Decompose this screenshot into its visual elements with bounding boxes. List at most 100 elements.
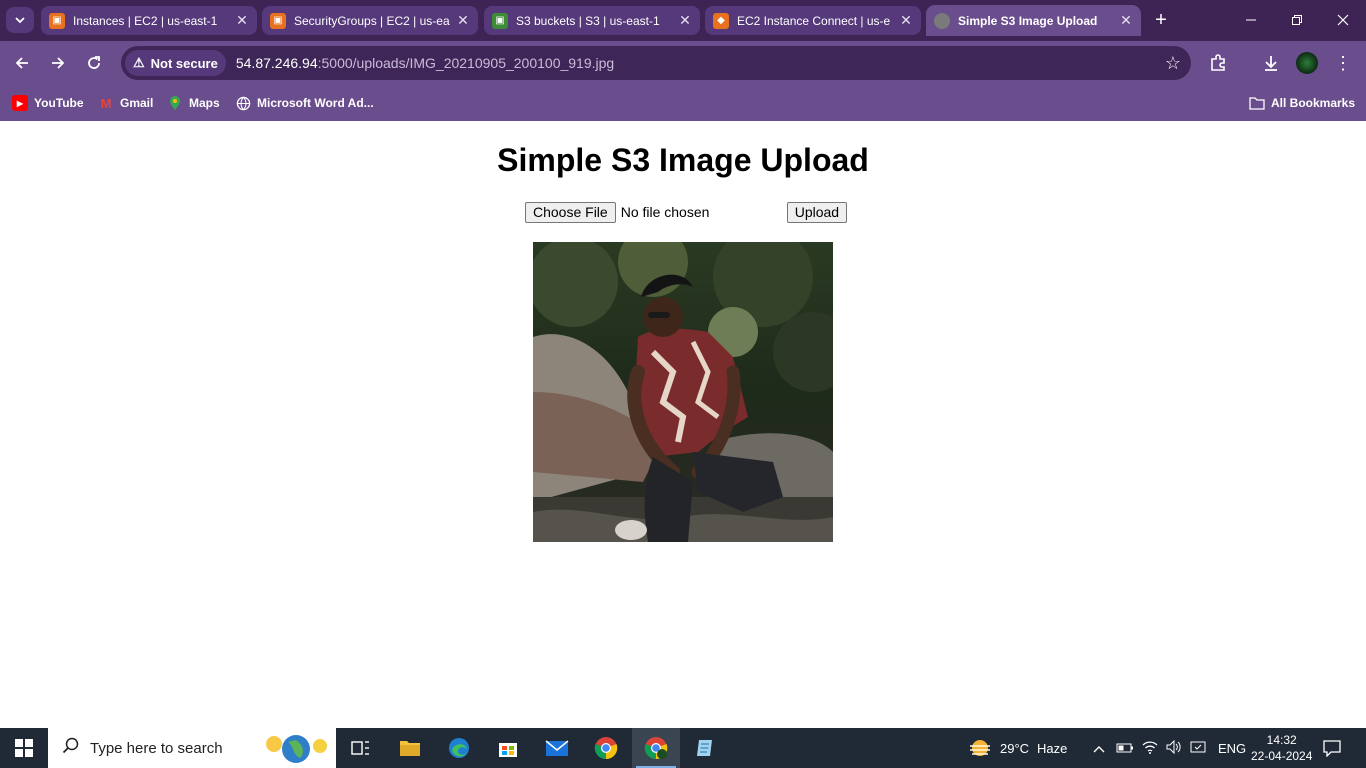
wifi-icon[interactable] xyxy=(1142,740,1158,757)
close-icon[interactable]: ✕ xyxy=(1115,12,1137,29)
taskbar-mail[interactable] xyxy=(533,728,581,768)
chevron-down-icon xyxy=(15,17,25,24)
battery-icon[interactable] xyxy=(1116,741,1134,756)
reload-button[interactable] xyxy=(80,49,108,77)
back-button[interactable] xyxy=(8,49,36,77)
minimize-button[interactable] xyxy=(1228,0,1274,40)
volume-icon[interactable] xyxy=(1166,739,1182,757)
close-icon[interactable]: ✕ xyxy=(895,12,917,29)
weather-desc: Haze xyxy=(1037,740,1068,756)
upload-form: Choose File No file chosen Upload xyxy=(525,201,848,223)
tab-simple-s3-image-upload[interactable]: Simple S3 Image Upload ✕ xyxy=(926,5,1141,36)
tab-instances[interactable]: ▣ Instances | EC2 | us-east-1 ✕ xyxy=(41,6,257,35)
aws-ec2-icon: ▣ xyxy=(49,12,65,29)
taskbar-edge[interactable] xyxy=(435,728,483,768)
taskbar-notepad[interactable] xyxy=(681,728,729,768)
menu-button[interactable]: ⋮ xyxy=(1330,50,1356,76)
network-status-icon[interactable] xyxy=(1190,740,1206,757)
bookmark-maps[interactable]: Maps xyxy=(167,92,220,114)
new-tab-button[interactable]: + xyxy=(1148,7,1174,33)
url-text[interactable]: 54.87.246.94:5000/uploads/IMG_20210905_2… xyxy=(236,55,614,71)
bookmark-label: Microsoft Word Ad... xyxy=(257,96,374,110)
choose-file-button[interactable]: Choose File xyxy=(525,201,616,223)
browser-toolbar: ⚠ Not secure 54.87.246.94:5000/uploads/I… xyxy=(0,41,1366,85)
bookmark-youtube[interactable]: ▶ YouTube xyxy=(12,92,84,114)
taskbar-file-explorer[interactable] xyxy=(386,728,434,768)
tab-ec2-instance-connect[interactable]: ◆ EC2 Instance Connect | us-e ✕ xyxy=(705,6,921,35)
file-status-text: No file chosen xyxy=(620,204,710,220)
bookmark-microsoft-word[interactable]: Microsoft Word Ad... xyxy=(235,92,374,114)
search-icon xyxy=(62,737,80,760)
tab-title: S3 buckets | S3 | us-east-1 xyxy=(516,13,660,28)
windows-logo-icon xyxy=(15,739,33,757)
windows-taskbar: Type here to search 29°C Haze ENG 14:32 … xyxy=(0,728,1366,768)
photo-illustration xyxy=(533,242,833,542)
globe-icon xyxy=(934,12,950,29)
edge-icon xyxy=(449,738,469,758)
tab-strip: ▣ Instances | EC2 | us-east-1 ✕ ▣ Securi… xyxy=(0,0,1366,41)
taskbar-search-box[interactable]: Type here to search xyxy=(48,728,336,768)
page-title: Simple S3 Image Upload xyxy=(497,142,869,178)
security-indicator[interactable]: ⚠ Not secure xyxy=(125,50,226,76)
close-icon[interactable]: ✕ xyxy=(231,12,253,29)
restore-icon xyxy=(1292,15,1302,25)
plus-icon: + xyxy=(1155,8,1167,31)
arrow-right-icon xyxy=(52,57,65,69)
downloads-button[interactable] xyxy=(1258,50,1284,76)
youtube-icon: ▶ xyxy=(12,95,28,111)
more-vertical-icon: ⋮ xyxy=(1334,53,1352,73)
warning-icon: ⚠ xyxy=(133,55,145,70)
bookmark-label: Gmail xyxy=(120,96,154,110)
tab-securitygroups[interactable]: ▣ SecurityGroups | EC2 | us-ea ✕ xyxy=(262,6,478,35)
reload-icon xyxy=(88,56,100,69)
all-bookmarks[interactable]: All Bookmarks xyxy=(1249,92,1355,114)
browser-chrome: ▣ Instances | EC2 | us-east-1 ✕ ▣ Securi… xyxy=(0,0,1366,121)
taskbar-chrome[interactable] xyxy=(582,728,630,768)
profile-button[interactable] xyxy=(1294,50,1320,76)
language-indicator[interactable]: ENG xyxy=(1218,741,1246,756)
clock[interactable]: 14:32 22-04-2024 xyxy=(1251,728,1312,768)
weather-widget[interactable]: 29°C Haze xyxy=(968,728,1067,768)
close-icon[interactable]: ✕ xyxy=(452,12,474,29)
task-view-button[interactable] xyxy=(336,728,384,768)
close-icon xyxy=(1337,14,1349,26)
taskbar-chrome-profile[interactable] xyxy=(632,728,680,768)
close-icon[interactable]: ✕ xyxy=(674,12,696,29)
url-host: 54.87.246.94 xyxy=(235,55,318,71)
arrow-left-icon xyxy=(15,57,28,69)
bookmark-label: Maps xyxy=(189,96,220,110)
store-icon xyxy=(499,743,517,757)
aws-ec2-icon: ▣ xyxy=(270,12,286,29)
close-window-button[interactable] xyxy=(1320,0,1366,40)
page-content: Simple S3 Image Upload Choose File No fi… xyxy=(0,121,1366,728)
notifications-button[interactable] xyxy=(1322,728,1342,768)
chevron-up-icon[interactable] xyxy=(1090,741,1108,756)
weather-temp: 29°C xyxy=(1000,740,1030,756)
bookmark-gmail[interactable]: M Gmail xyxy=(98,92,154,114)
taskbar-store[interactable] xyxy=(484,728,532,768)
tab-title: SecurityGroups | EC2 | us-ea xyxy=(294,13,450,28)
upload-button[interactable]: Upload xyxy=(786,201,848,223)
security-label: Not secure xyxy=(150,55,218,71)
system-tray: ENG xyxy=(1090,728,1246,768)
bookmark-star-icon[interactable]: ☆ xyxy=(1165,53,1181,74)
gmail-icon: M xyxy=(100,95,112,111)
clock-date: 22-04-2024 xyxy=(1251,749,1313,763)
folder-icon xyxy=(400,741,420,756)
notification-icon xyxy=(1323,740,1341,757)
restore-button[interactable] xyxy=(1274,0,1320,40)
tab-title: Instances | EC2 | us-east-1 xyxy=(73,13,218,28)
puzzle-icon xyxy=(1211,54,1225,71)
globe-icon xyxy=(235,95,251,111)
extensions-button[interactable] xyxy=(1205,50,1231,76)
forward-button[interactable] xyxy=(44,49,72,77)
address-bar[interactable]: ⚠ Not secure 54.87.246.94:5000/uploads/I… xyxy=(121,46,1191,80)
notepad-icon xyxy=(697,740,712,756)
all-bookmarks-label: All Bookmarks xyxy=(1271,96,1356,110)
tab-search-button[interactable] xyxy=(6,7,34,33)
maps-icon xyxy=(167,95,183,111)
start-button[interactable] xyxy=(0,728,48,768)
tab-s3-buckets[interactable]: ▣ S3 buckets | S3 | us-east-1 ✕ xyxy=(484,6,700,35)
clock-time: 14:32 xyxy=(1266,733,1297,747)
download-icon xyxy=(1265,56,1277,71)
